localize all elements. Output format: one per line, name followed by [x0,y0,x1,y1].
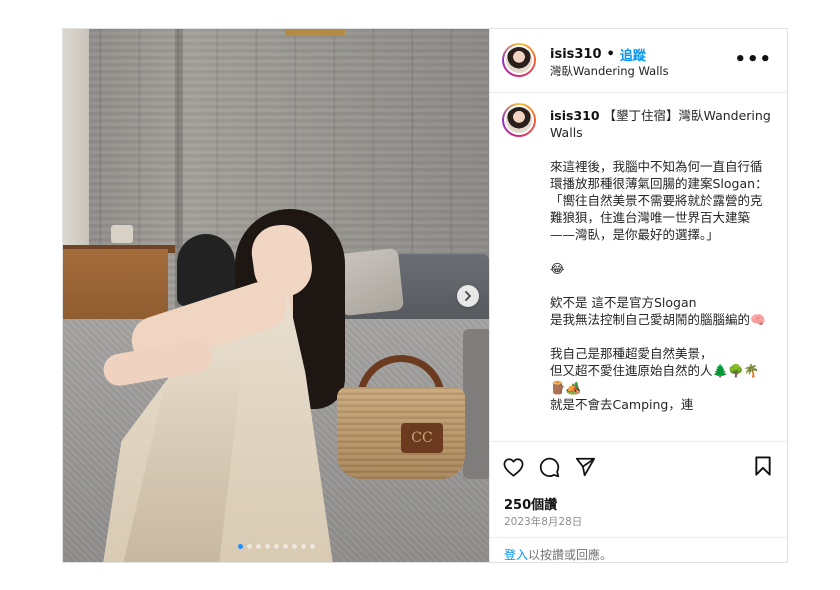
action-icons [502,456,596,478]
caption-section: isis310 【墾丁住宿】灣臥Wandering Walls 來這裡後，我腦中… [490,93,787,441]
carousel-dot [300,544,306,549]
comment-icon[interactable] [538,456,560,478]
location-link[interactable]: 灣臥Wandering Walls [550,63,669,79]
next-photo-button[interactable] [457,285,479,307]
separator-dot: • [606,47,615,62]
carousel-indicator [63,544,489,549]
bag-logo: CC [411,430,433,446]
post-date[interactable]: 2023年8月28日 [504,514,582,529]
actions-section: 250個讚 2023年8月28日 登入以按讚或回應。 [490,441,787,562]
login-bar: 登入以按讚或回應。 [490,537,787,562]
desk-lamp [111,225,133,243]
caption-username[interactable]: isis310 [550,108,600,123]
avatar-image [506,107,532,133]
username-link[interactable]: isis310 [550,47,602,62]
bookmark-icon[interactable] [754,456,776,478]
caption-fade [490,427,787,441]
carousel-dot [264,544,270,549]
heart-icon[interactable] [502,456,524,478]
paper-plane-icon[interactable] [574,456,596,478]
avatar-image [506,47,532,73]
ceiling-lamp [285,29,345,35]
post-side-panel: isis310 • 追蹤 灣臥Wandering Walls ••• isis3… [489,29,787,562]
carousel-dot [309,544,315,549]
cushion [335,247,405,317]
caption-avatar[interactable] [502,103,536,137]
carousel-dot [291,544,297,549]
avatar[interactable] [502,43,536,77]
header-user-row: isis310 • 追蹤 [550,45,646,64]
login-link[interactable]: 登入 [504,548,528,562]
carousel-dot [237,544,243,549]
login-prompt-text: 以按讚或回應。 [528,548,613,562]
sofa-arm [463,329,489,479]
follow-button[interactable]: 追蹤 [620,45,646,64]
login-prompt: 登入以按讚或回應。 [504,546,613,562]
like-count[interactable]: 250個讚 [504,494,557,513]
carousel-dot [246,544,252,549]
carousel-dot [282,544,288,549]
caption-text: isis310 【墾丁住宿】灣臥Wandering Walls 來這裡後，我腦中… [550,107,772,413]
more-options-icon[interactable]: ••• [734,49,772,70]
carousel-dot [273,544,279,549]
post-card: CC isis310 • 追蹤 灣臥Wandering Walls ••• is… [62,28,788,563]
post-header: isis310 • 追蹤 灣臥Wandering Walls ••• [490,29,787,93]
chevron-right-icon [465,291,471,301]
post-photo[interactable]: CC [63,29,489,562]
caption-body: 【墾丁住宿】灣臥Wandering Walls 來這裡後，我腦中不知為何一直自行… [550,108,771,412]
carousel-dot [255,544,261,549]
